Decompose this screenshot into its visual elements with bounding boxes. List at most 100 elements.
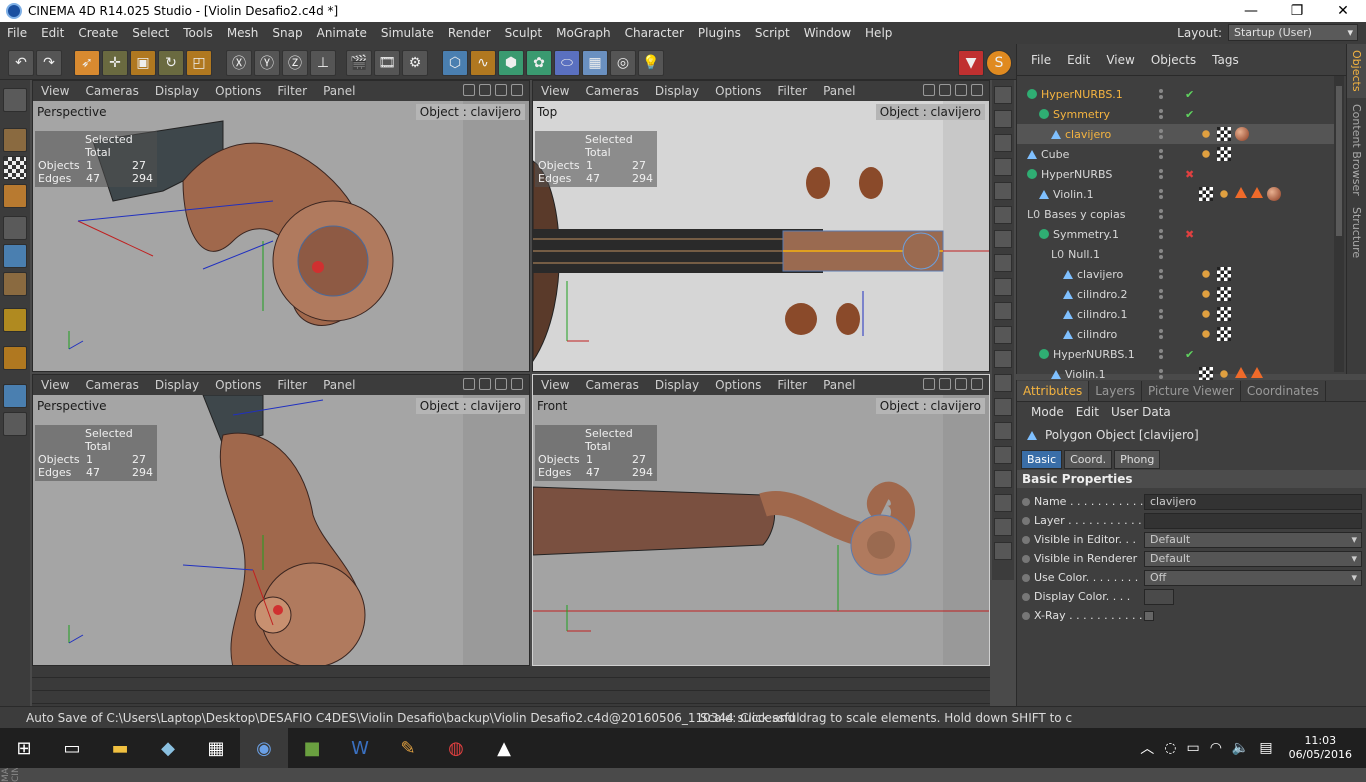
iron-icon[interactable] bbox=[994, 350, 1012, 368]
mirror-icon[interactable] bbox=[994, 374, 1012, 392]
vp4-display-menu[interactable]: Display bbox=[647, 378, 707, 392]
phong-tag-icon[interactable] bbox=[1217, 367, 1231, 381]
viewport-canvas[interactable]: Perspective Object : clavijero Selected … bbox=[33, 395, 529, 665]
object-tree-row[interactable]: Cube bbox=[1017, 144, 1337, 164]
triangulate-icon[interactable] bbox=[994, 542, 1012, 560]
smooth-icon[interactable] bbox=[994, 326, 1012, 344]
visibility-dots[interactable] bbox=[1159, 109, 1163, 119]
phong-tag-icon[interactable] bbox=[1217, 187, 1231, 201]
animation-key-icon[interactable] bbox=[1022, 516, 1030, 525]
sketch-plugin-icon[interactable]: S bbox=[986, 50, 1012, 76]
selection-tag-icon[interactable] bbox=[1235, 367, 1247, 378]
disabled-x-icon[interactable]: ✖ bbox=[1185, 228, 1194, 241]
material-tag-icon[interactable] bbox=[1235, 127, 1249, 141]
deformer-icon[interactable]: ⬭ bbox=[554, 50, 580, 76]
menu-sculpt[interactable]: Sculpt bbox=[498, 26, 549, 40]
menu-script[interactable]: Script bbox=[748, 26, 797, 40]
object-tree-row[interactable]: Symmetry ✔ bbox=[1017, 104, 1337, 124]
tab-content-browser[interactable]: Content Browser bbox=[1347, 98, 1366, 202]
selection-tag-icon[interactable] bbox=[1251, 367, 1263, 378]
object-tree-row[interactable]: HyperNURBS.1 ✔ bbox=[1017, 84, 1337, 104]
network-icon[interactable]: ◌ bbox=[1164, 740, 1176, 756]
om-view-menu[interactable]: View bbox=[1098, 53, 1142, 67]
orbit-icon[interactable] bbox=[495, 84, 507, 96]
edges-mode-icon[interactable] bbox=[3, 244, 27, 268]
object-tree-row[interactable]: cilindro bbox=[1017, 324, 1337, 344]
clock[interactable]: 11:03 06/05/2016 bbox=[1289, 734, 1352, 762]
vp3-view-menu[interactable]: View bbox=[33, 378, 77, 392]
set-point-icon[interactable] bbox=[994, 446, 1012, 464]
visibility-dots[interactable] bbox=[1159, 189, 1163, 199]
disabled-x-icon[interactable]: ✖ bbox=[1185, 168, 1194, 181]
uvw-tag-icon[interactable] bbox=[1217, 267, 1231, 281]
object-tree-row[interactable]: Symmetry.1 ✖ bbox=[1017, 224, 1337, 244]
maximize-button[interactable]: ❐ bbox=[1274, 0, 1320, 22]
battery-icon[interactable]: ▭ bbox=[1186, 740, 1199, 756]
object-tree-row[interactable]: cilindro.1 bbox=[1017, 304, 1337, 324]
scroll-thumb[interactable] bbox=[1336, 86, 1342, 236]
orbit-icon[interactable] bbox=[955, 378, 967, 390]
timeline-track[interactable] bbox=[32, 679, 990, 691]
enabled-check-icon[interactable]: ✔ bbox=[1185, 108, 1194, 121]
spline-icon[interactable]: ∿ bbox=[470, 50, 496, 76]
vp2-view-menu[interactable]: View bbox=[533, 84, 577, 98]
scale-tool-icon[interactable]: ▣ bbox=[130, 50, 156, 76]
visibility-dots[interactable] bbox=[1159, 129, 1163, 139]
tab-coordinates[interactable]: Coordinates bbox=[1241, 381, 1326, 401]
vp4-options-menu[interactable]: Options bbox=[707, 378, 769, 392]
timeline-track[interactable] bbox=[32, 692, 990, 704]
start-button-icon[interactable]: ⊞ bbox=[0, 728, 48, 768]
floor-scene-icon[interactable]: ▦ bbox=[582, 50, 608, 76]
move-tool-icon[interactable]: ✛ bbox=[102, 50, 128, 76]
magnet-icon[interactable] bbox=[994, 302, 1012, 320]
volume-icon[interactable]: 🔈 bbox=[1232, 740, 1249, 756]
object-tree-row[interactable]: HyperNURBS ✖ bbox=[1017, 164, 1337, 184]
matrix-extrude-icon[interactable] bbox=[994, 470, 1012, 488]
render-view-icon[interactable]: 🎬 bbox=[346, 50, 372, 76]
maximize-view-icon[interactable] bbox=[971, 378, 983, 390]
tab-layers[interactable]: Layers bbox=[1089, 381, 1142, 401]
property-input[interactable] bbox=[1144, 512, 1362, 529]
lock-workplane-icon[interactable] bbox=[3, 412, 27, 436]
object-tree-row[interactable]: L0 Bases y copias bbox=[1017, 204, 1337, 224]
visibility-dots[interactable] bbox=[1159, 329, 1163, 339]
undo-icon[interactable]: ↶ bbox=[8, 50, 34, 76]
viewport-front[interactable]: View Cameras Display Options Filter Pane… bbox=[532, 374, 990, 666]
object-name[interactable]: Bases y copias bbox=[1044, 208, 1125, 221]
workplane-icon[interactable] bbox=[3, 184, 27, 208]
pan-icon[interactable] bbox=[923, 378, 935, 390]
am-userdata-menu[interactable]: User Data bbox=[1105, 405, 1177, 419]
photos-icon[interactable]: ▲ bbox=[480, 728, 528, 768]
slide-icon[interactable] bbox=[994, 398, 1012, 416]
menu-animate[interactable]: Animate bbox=[310, 26, 374, 40]
knife-tool-icon[interactable] bbox=[994, 134, 1012, 152]
weld-icon[interactable] bbox=[994, 278, 1012, 296]
visibility-dots[interactable] bbox=[1159, 249, 1163, 259]
object-name[interactable]: Null.1 bbox=[1068, 248, 1100, 261]
object-name[interactable]: cilindro bbox=[1077, 328, 1117, 341]
y-axis-lock-icon[interactable]: Ⓨ bbox=[254, 50, 280, 76]
orbit-icon[interactable] bbox=[495, 378, 507, 390]
maximize-view-icon[interactable] bbox=[971, 84, 983, 96]
visibility-dots[interactable] bbox=[1159, 269, 1163, 279]
menu-create[interactable]: Create bbox=[71, 26, 125, 40]
pan-icon[interactable] bbox=[463, 378, 475, 390]
om-file-menu[interactable]: File bbox=[1023, 53, 1059, 67]
stitch-icon[interactable] bbox=[994, 422, 1012, 440]
uvw-tag-icon[interactable] bbox=[1217, 307, 1231, 321]
object-tree-scrollbar[interactable] bbox=[1334, 76, 1344, 372]
make-editable-icon[interactable] bbox=[3, 88, 27, 112]
wifi-icon[interactable]: ◠ bbox=[1210, 740, 1222, 756]
object-name[interactable]: Symmetry bbox=[1053, 108, 1110, 121]
x-axis-lock-icon[interactable]: Ⓧ bbox=[226, 50, 252, 76]
selection-tag-icon[interactable] bbox=[1235, 187, 1247, 198]
dolly-icon[interactable] bbox=[939, 378, 951, 390]
vp1-options-menu[interactable]: Options bbox=[207, 84, 269, 98]
visibility-dots[interactable] bbox=[1159, 229, 1163, 239]
om-tags-menu[interactable]: Tags bbox=[1204, 53, 1247, 67]
phong-tag-icon[interactable] bbox=[1199, 127, 1213, 141]
extrude-inner-icon[interactable] bbox=[994, 206, 1012, 224]
minecraft-icon[interactable]: ■ bbox=[288, 728, 336, 768]
calculator-icon[interactable]: ▦ bbox=[192, 728, 240, 768]
object-tree-row[interactable]: HyperNURBS.1 ✔ bbox=[1017, 344, 1337, 364]
